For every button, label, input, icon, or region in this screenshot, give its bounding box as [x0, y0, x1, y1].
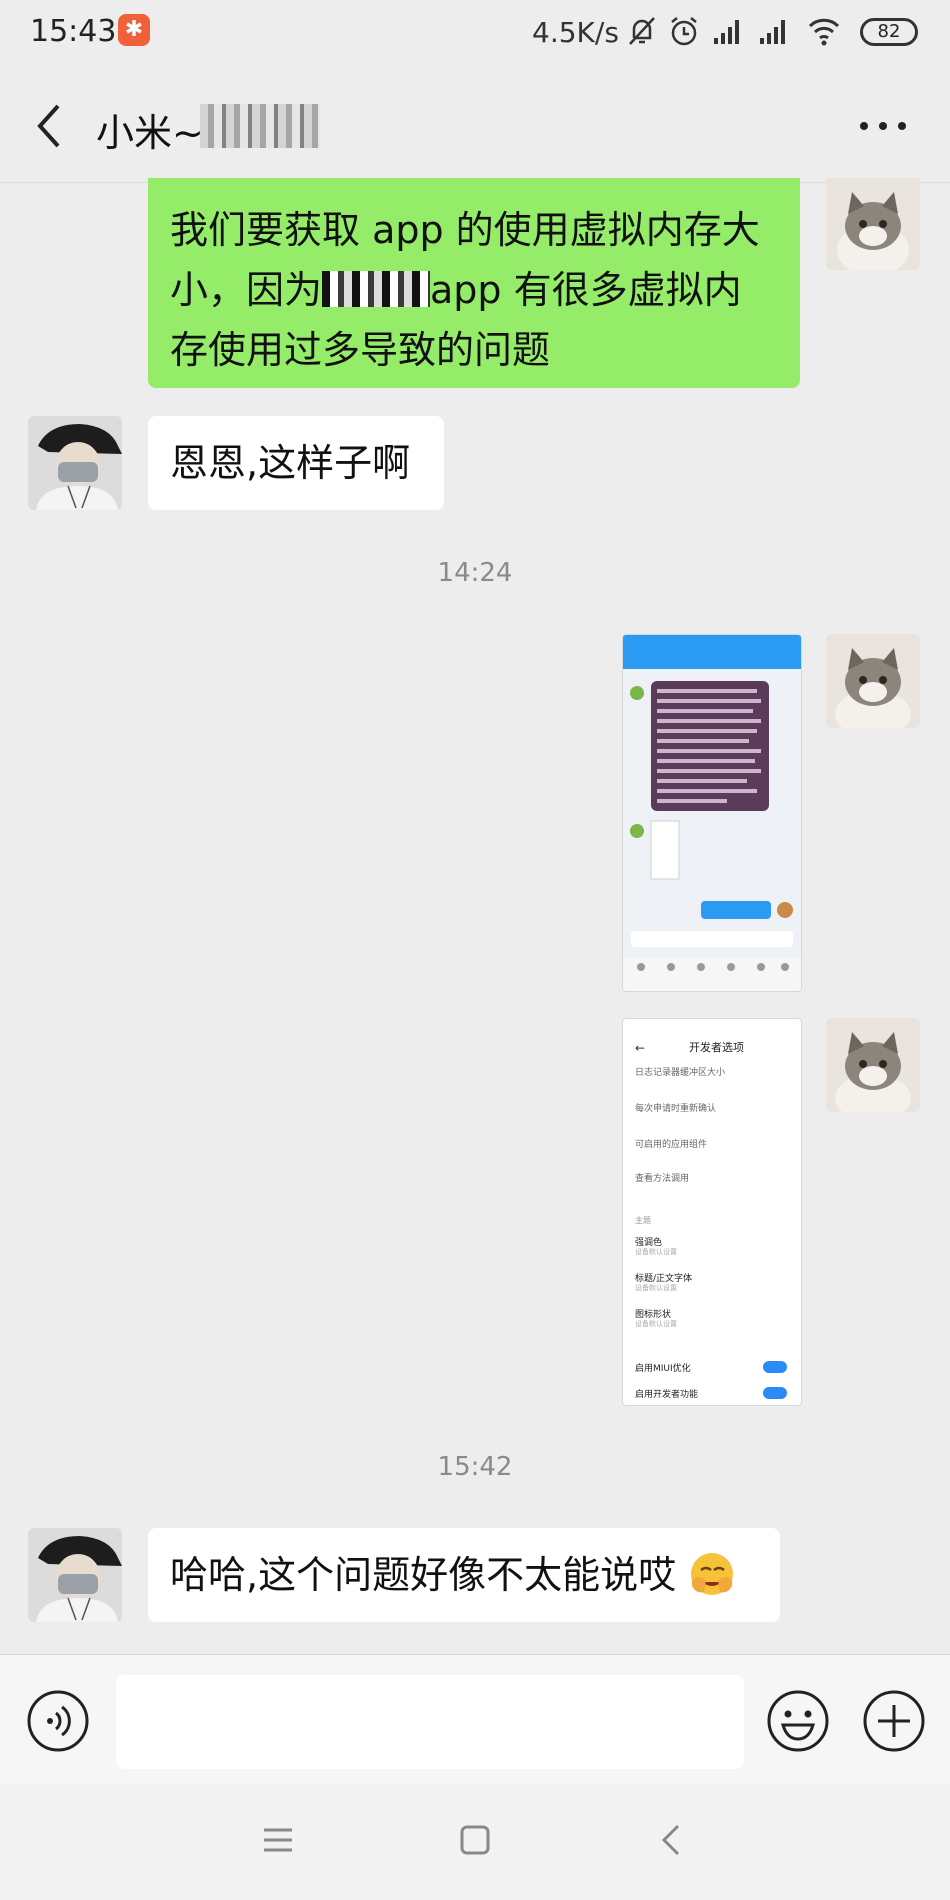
screenshot-toggle-label: 启用MIUI优化	[635, 1364, 691, 1374]
image-message[interactable]: 开发者选项 ← 日志记录器缓冲区大小 每次申请时重新确认 可启用的应用组件 查看…	[622, 1018, 802, 1406]
person-avatar-icon	[28, 1528, 122, 1622]
screenshot-row: 日志记录器缓冲区大小	[635, 1068, 726, 1078]
message-text: 恩恩,这样子啊	[170, 441, 411, 485]
cat-avatar-icon	[826, 1018, 920, 1112]
message-bubble-received[interactable]: 恩恩,这样子啊	[148, 416, 444, 510]
back-icon[interactable]	[652, 1820, 692, 1860]
toggle-on-icon	[763, 1361, 787, 1373]
screenshot-title: 开发者选项	[689, 1041, 744, 1054]
image-message[interactable]	[622, 634, 802, 992]
status-time: 15:43	[30, 14, 117, 49]
screenshot-toggle-label: 启用开发者功能	[635, 1390, 699, 1400]
signal-icon	[714, 20, 739, 44]
screenshot-row: 可启用的应用组件	[635, 1140, 708, 1150]
screenshot-row: 查看方法调用	[635, 1174, 690, 1184]
chevron-left-icon[interactable]	[28, 96, 72, 156]
person-avatar-icon	[28, 416, 122, 510]
avatar-contact[interactable]	[28, 416, 122, 510]
screenshot-item-sub: 设备默认设置	[635, 1284, 677, 1292]
screenshot-item-sub: 设备默认设置	[635, 1320, 677, 1328]
screenshot-section: 主题	[635, 1216, 651, 1225]
avatar-contact[interactable]	[28, 1528, 122, 1622]
timestamp: 14:24	[437, 558, 513, 588]
menu-icon[interactable]	[258, 1820, 298, 1860]
redacted-text	[322, 271, 431, 307]
home-icon[interactable]	[455, 1820, 495, 1860]
facepalm-emoji-icon	[691, 1553, 734, 1595]
more-dots-icon[interactable]	[858, 114, 908, 138]
screenshot-back-icon: ←	[635, 1041, 646, 1055]
chat-screenshot-image	[623, 635, 801, 991]
status-bar: 15:43 ✱ 4.5K/s 82	[0, 0, 950, 68]
system-nav-bar	[0, 1784, 950, 1900]
message-bubble-sent[interactable]: 我们要获取 app 的使用虚拟内存大小，因为 app 有很多虚拟内存使用过多导致的…	[148, 178, 800, 388]
emoji-icon[interactable]	[766, 1689, 830, 1753]
message-bubble-received[interactable]: 哈哈,这个问题好像不太能说哎	[148, 1528, 780, 1622]
alarm-icon	[671, 17, 697, 46]
screenshot-item-sub: 设备默认设置	[635, 1248, 677, 1256]
voice-icon[interactable]	[26, 1689, 90, 1753]
avatar-self[interactable]	[826, 178, 920, 270]
screenshot-row: 每次申请时重新确认	[635, 1104, 717, 1114]
input-bar	[0, 1654, 950, 1785]
message-text: 哈哈,这个问题好像不太能说哎	[170, 1553, 677, 1597]
battery-icon: 82	[860, 18, 918, 46]
toggle-on-icon	[763, 1387, 787, 1399]
plus-icon[interactable]	[862, 1689, 926, 1753]
signal-icon	[760, 20, 785, 44]
cat-avatar-icon	[826, 178, 920, 270]
cat-avatar-icon	[826, 634, 920, 728]
network-speed: 4.5K/s	[532, 16, 619, 49]
mute-bell-icon	[629, 17, 655, 45]
wifi-icon	[808, 18, 840, 46]
app-notification-icon: ✱	[118, 14, 150, 46]
message-input[interactable]	[116, 1675, 744, 1769]
redacted-name	[200, 104, 320, 148]
avatar-self[interactable]	[826, 634, 920, 728]
chat-title: 小米~	[96, 111, 204, 155]
avatar-self[interactable]	[826, 1018, 920, 1112]
timestamp: 15:42	[437, 1452, 513, 1482]
chat-header: 小米~	[0, 68, 950, 183]
